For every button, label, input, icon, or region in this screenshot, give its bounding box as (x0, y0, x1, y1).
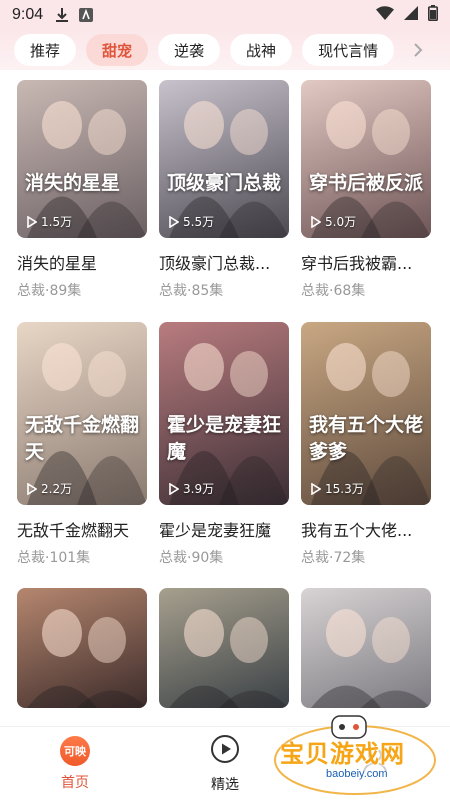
app-notification-icon (79, 8, 94, 22)
play-icon (27, 215, 37, 228)
drama-card[interactable] (17, 588, 147, 726)
drama-title[interactable]: 消失的星星 (17, 250, 151, 274)
battery-icon (428, 5, 438, 25)
cover-overlay-title: 我有五个大佬爹爹 (309, 414, 424, 463)
play-icon (169, 215, 179, 228)
signal-icon (404, 6, 418, 24)
drama-cover-image[interactable]: 顶级豪门总裁 5.5万 (159, 80, 289, 238)
play-count-value: 5.0万 (325, 215, 357, 229)
play-count-value: 2.2万 (41, 482, 73, 496)
drama-cover-image[interactable] (301, 588, 431, 708)
play-count: 15.3万 (311, 480, 364, 497)
drama-card[interactable]: 消失的星星 1.5万 消失的星星总裁·89集 (17, 80, 147, 308)
drama-title[interactable]: 霍少是宠妻狂魔 (159, 517, 293, 541)
tab-modern-romance[interactable]: 现代言情 (302, 34, 395, 66)
nav-featured[interactable]: 精选 (150, 727, 300, 800)
drama-cover-image[interactable]: 无敌千金燃翻天 2.2万 (17, 322, 147, 505)
category-tabs: 推荐 甜宠 逆袭 战神 现代言情 (0, 30, 450, 70)
drama-card[interactable]: 无敌千金燃翻天 2.2万 无敌千金燃翻天总裁·101集 (17, 322, 147, 575)
chevron-right-icon[interactable] (406, 42, 430, 58)
cover-overlay-title: 消失的星星 (25, 172, 121, 194)
play-icon (311, 482, 321, 495)
drama-title[interactable]: 无敌千金燃翻天 (17, 517, 151, 541)
drama-card[interactable] (159, 588, 289, 726)
drama-cover-image[interactable]: 消失的星星 1.5万 (17, 80, 147, 238)
play-count-value: 5.5万 (183, 215, 215, 229)
drama-meta: 总裁·68集 (301, 283, 366, 299)
drama-card[interactable]: 穿书后被反派 5.0万 穿书后我被霸... 总裁·68集 (301, 80, 431, 308)
play-icon (169, 482, 179, 495)
status-bar: 9:04 (0, 0, 450, 30)
nav-featured-label: 精选 (211, 776, 239, 793)
download-icon (55, 7, 69, 23)
drama-meta: 总裁·72集 (301, 550, 366, 566)
play-count: 5.0万 (311, 213, 356, 230)
tab-war-god[interactable]: 战神 (230, 34, 293, 66)
play-count-value: 1.5万 (41, 215, 73, 229)
drama-cover-image[interactable]: 霍少是宠妻狂魔 3.9万 (159, 322, 289, 505)
cover-overlay-title: 无敌千金燃翻天 (25, 414, 140, 463)
cover-art-illustration (311, 609, 431, 708)
play-count: 2.2万 (27, 480, 72, 497)
play-count: 1.5万 (27, 213, 72, 230)
play-icon (311, 215, 321, 228)
drama-meta: 总裁·89集 (17, 283, 82, 299)
drama-cover-image[interactable] (17, 588, 147, 708)
status-time: 9:04 (12, 6, 44, 23)
play-count: 3.9万 (169, 480, 214, 497)
drama-card[interactable] (301, 588, 431, 726)
drama-cover-image[interactable]: 我有五个大佬爹爹 15.3万 (301, 322, 431, 505)
drama-title[interactable]: 顶级豪门总裁... (159, 250, 293, 274)
cover-art-illustration (27, 609, 147, 708)
drama-title[interactable]: 穿书后我被霸... (301, 250, 435, 274)
play-circle-icon (210, 734, 240, 768)
drama-meta: 总裁·90集 (159, 550, 224, 566)
nav-home[interactable]: 可映 首页 (0, 727, 150, 800)
nav-third-icon (360, 744, 390, 778)
tab-recommend[interactable]: 推荐 (14, 34, 77, 66)
play-icon (27, 482, 37, 495)
cover-overlay-title: 霍少是宠妻狂魔 (167, 414, 282, 463)
nav-third[interactable] (300, 727, 450, 800)
tab-sweet[interactable]: 甜宠 (86, 34, 149, 66)
drama-cover-image[interactable] (159, 588, 289, 708)
cover-overlay-title: 穿书后被反派 (309, 172, 424, 194)
wifi-icon (376, 6, 394, 24)
drama-card[interactable]: 顶级豪门总裁 5.5万 顶级豪门总裁... 总裁·85集 (159, 80, 289, 308)
drama-meta: 总裁·85集 (159, 283, 224, 299)
cover-art-illustration (169, 609, 289, 708)
drama-cover-image[interactable]: 穿书后被反派 5.0万 (301, 80, 431, 238)
bottom-nav: 可映 首页 精选 (0, 726, 450, 800)
drama-card[interactable]: 霍少是宠妻狂魔 3.9万 霍少是宠妻狂魔总裁·90集 (159, 322, 289, 575)
nav-home-label: 首页 (61, 774, 89, 791)
play-count-value: 3.9万 (183, 482, 215, 496)
play-count-value: 15.3万 (325, 482, 364, 496)
home-logo-icon: 可映 (60, 735, 90, 766)
cover-overlay-title: 顶级豪门总裁 (167, 172, 282, 194)
drama-meta: 总裁·101集 (17, 550, 91, 566)
drama-title[interactable]: 我有五个大佬... (301, 517, 435, 541)
drama-grid: 消失的星星 1.5万 消失的星星 总裁·89集 顶级豪门总裁 5.5万 顶级豪门总裁... 总… (0, 70, 450, 726)
drama-card[interactable]: 我有五个大佬爹爹 15.3万 我有五个大佬... 总裁·72集 (301, 322, 431, 575)
play-count: 5.5万 (169, 213, 214, 230)
tab-comeback[interactable]: 逆袭 (158, 34, 221, 66)
